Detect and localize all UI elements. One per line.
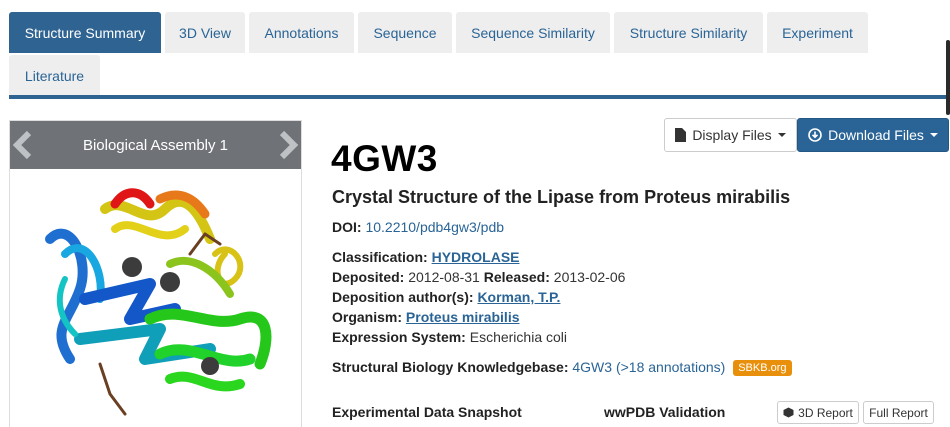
experimental-snapshot-heading: Experimental Data Snapshot <box>332 404 522 420</box>
sbkb-annotations-link[interactable]: >18 annotations <box>621 359 721 375</box>
sbkb-annotations-wrap: (>18 annotations) <box>615 359 726 375</box>
3d-report-button[interactable]: 3D Report <box>777 401 859 424</box>
organism-label: Organism: <box>332 309 403 325</box>
released-label: Released: <box>483 269 550 285</box>
expression-row: Expression System: Escherichia coli <box>332 329 567 345</box>
file-icon <box>675 128 687 142</box>
tab-literature[interactable]: Literature <box>9 55 100 96</box>
scrollbar[interactable] <box>946 40 950 115</box>
expression-value: Escherichia coli <box>469 329 567 345</box>
deposited-value: 2012-08-31 <box>408 269 480 285</box>
released-value: 2013-02-06 <box>553 269 626 285</box>
tab-underline <box>9 95 950 99</box>
display-files-label: Display Files <box>692 127 772 143</box>
entry-title: Crystal Structure of the Lipase from Pro… <box>332 187 791 207</box>
tab-structure-summary[interactable]: Structure Summary <box>9 12 161 53</box>
caret-down-icon <box>777 133 786 137</box>
validation-heading: wwPDB Validation <box>604 404 726 420</box>
pdb-id: 4GW3 <box>331 138 438 179</box>
download-files-label: Download Files <box>828 127 924 143</box>
full-report-button[interactable]: Full Report <box>863 401 934 424</box>
authors-label: Deposition author(s): <box>332 289 474 305</box>
deposited-label: Deposited: <box>332 269 405 285</box>
dates-row: Deposited: 2012-08-31 Released: 2013-02-… <box>332 269 625 285</box>
classification-row: Classification: HYDROLASE <box>332 249 520 265</box>
expression-label: Expression System: <box>332 329 466 345</box>
sbkb-badge[interactable]: SBKB.org <box>733 360 792 376</box>
sbkb-label: Structural Biology Knowledgebase: <box>332 359 569 375</box>
authors-row: Deposition author(s): Korman, T.P. <box>332 289 560 305</box>
doi-row: DOI: 10.2210/pdb4gw3/pdb <box>332 219 504 235</box>
display-files-button[interactable]: Display Files <box>664 118 797 152</box>
organism-link[interactable]: Proteus mirabilis <box>406 309 520 325</box>
doi-link[interactable]: 10.2210/pdb4gw3/pdb <box>365 219 504 235</box>
full-report-label: Full Report <box>869 405 928 420</box>
tab-experiment[interactable]: Experiment <box>767 12 868 53</box>
3d-report-label: 3D Report <box>798 405 853 420</box>
assembly-viewer: Biological Assembly 1 <box>9 120 302 427</box>
assembly-header: Biological Assembly 1 <box>10 121 301 169</box>
classification-label: Classification: <box>332 249 428 265</box>
download-circle-icon <box>808 128 822 142</box>
sbkb-id-link[interactable]: 4GW3 <box>572 359 612 375</box>
tab-3d-view[interactable]: 3D View <box>165 12 245 53</box>
sbkb-row: Structural Biology Knowledgebase: 4GW3 (… <box>332 359 792 376</box>
classification-link[interactable]: HYDROLASE <box>432 249 520 265</box>
chevron-left-icon[interactable] <box>12 130 34 160</box>
tab-structure-similarity[interactable]: Structure Similarity <box>614 12 763 53</box>
author-link[interactable]: Korman, T.P. <box>477 289 560 305</box>
molecule-image[interactable] <box>10 169 301 427</box>
cube-icon <box>783 407 794 418</box>
organism-row: Organism: Proteus mirabilis <box>332 309 520 325</box>
chevron-right-icon[interactable] <box>277 130 299 160</box>
caret-down-icon <box>929 133 938 137</box>
assembly-label: Biological Assembly 1 <box>82 136 229 154</box>
doi-label: DOI: <box>332 219 362 235</box>
tab-annotations[interactable]: Annotations <box>249 12 354 53</box>
tab-sequence[interactable]: Sequence <box>358 12 452 53</box>
tab-sequence-similarity[interactable]: Sequence Similarity <box>456 12 610 53</box>
download-files-button[interactable]: Download Files <box>797 118 949 152</box>
